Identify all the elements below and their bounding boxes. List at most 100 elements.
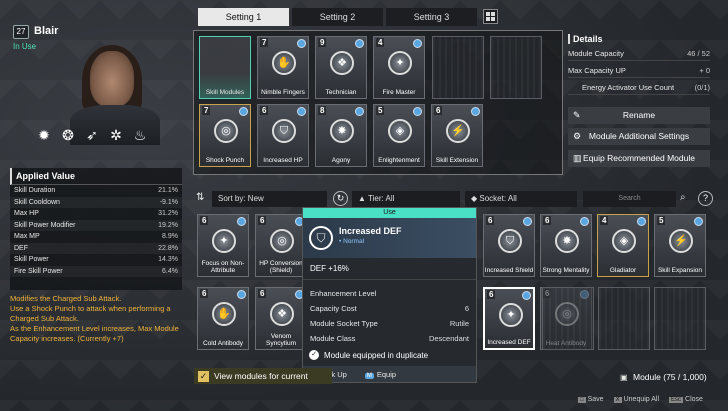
applied-label: Skill Power Modifier xyxy=(14,221,76,229)
view-all-modules-checkbox[interactable]: ✓ View modules for current xyxy=(194,368,332,384)
empty-slot[interactable] xyxy=(432,36,484,99)
applied-value: -9.1% xyxy=(159,198,178,206)
applied-value-row: Max HP 31.2% xyxy=(10,208,182,220)
capacity-badge: 6 xyxy=(200,216,209,225)
module-card[interactable]: 6 ❖ Venom Syncytium xyxy=(255,287,307,350)
equip-label: Equip xyxy=(376,369,397,379)
module-name: HP Conversion (Shield) xyxy=(259,260,303,274)
character-status: In Use xyxy=(13,42,37,51)
empty-slot xyxy=(598,287,650,350)
swirl-icon[interactable]: ❂ xyxy=(60,127,76,144)
tab-setting-3[interactable]: Setting 3 xyxy=(386,8,477,26)
module-name: Increased Shield xyxy=(484,267,534,274)
grid-view-icon[interactable] xyxy=(483,9,498,24)
module-card[interactable]: 6 ⛉ Increased Shield xyxy=(483,214,535,277)
rename-button[interactable]: ✎ Rename xyxy=(568,107,710,124)
module-name: Strong Mentality xyxy=(542,267,590,274)
key-icon: □ xyxy=(578,397,586,403)
description-line: Modifies the Charged Sub Attack. xyxy=(10,294,122,303)
module-card[interactable]: 4 ◈ Gladiator xyxy=(597,214,649,277)
applied-label: DEF xyxy=(14,244,28,252)
shield-icon: ⛉ xyxy=(309,226,333,250)
tier-label: Tier: All xyxy=(368,194,395,203)
socket-icon xyxy=(637,217,646,226)
additional-settings-button[interactable]: ⚙ Module Additional Settings xyxy=(568,128,710,145)
module-icon: ✸ xyxy=(330,119,354,143)
tier-dropdown[interactable]: ▲ Tier: All xyxy=(352,191,460,207)
tab-setting-1[interactable]: Setting 1 xyxy=(198,8,289,26)
tab-setting-2[interactable]: Setting 2 xyxy=(292,8,383,26)
unequip-all-button[interactable]: X Unequip All xyxy=(613,396,659,403)
refresh-icon[interactable]: ↻ xyxy=(333,191,348,206)
character-skill-icons: ✹ ❂ ➶ ✲ ♨ xyxy=(36,127,148,144)
module-card[interactable]: 4 ✦ Fire Master xyxy=(373,36,425,99)
tooltip-module-name: Increased DEF xyxy=(339,226,402,236)
equip-action[interactable]: M Equip xyxy=(364,369,397,379)
applied-value-row: Skill Cooldown -9.1% xyxy=(10,196,182,208)
module-card[interactable]: 9 ❖ Technician xyxy=(315,36,367,99)
capacity-cost-value: 6 xyxy=(464,304,469,313)
module-capacity-label: Module Capacity xyxy=(568,49,624,58)
module-card[interactable]: 8 ✸ Agony xyxy=(315,104,367,167)
help-icon[interactable]: ? xyxy=(698,191,713,206)
module-card[interactable]: 6 ⛉ Increased HP xyxy=(257,104,309,167)
applied-label: Max HP xyxy=(14,210,39,217)
applied-value: 31.2% xyxy=(158,210,178,217)
applied-value: 19.2% xyxy=(158,221,178,229)
module-card[interactable]: 5 ⚡ Skill Expansion xyxy=(654,214,706,277)
capacity-badge: 6 xyxy=(258,216,267,225)
sort-dropdown[interactable]: Sort by: New xyxy=(212,191,327,207)
applied-value-panel: Applied Value Skill Duration 21.1% Skill C… xyxy=(10,168,182,290)
module-capacity-value: 46 / 52 xyxy=(687,49,710,58)
fire-icon[interactable]: ♨ xyxy=(132,127,148,144)
empty-slot[interactable] xyxy=(490,36,542,99)
skill-module-label: Skill Modules xyxy=(205,89,245,96)
socket-dropdown[interactable]: ◆ Socket: All xyxy=(465,191,577,207)
module-card[interactable]: 6 ✸ Strong Mentality xyxy=(540,214,592,277)
module-icon: ⛉ xyxy=(498,229,522,253)
socket-type-label: Module Socket Type xyxy=(310,319,378,328)
module-card[interactable]: 6 ✦ Focus on Non-Attribute xyxy=(197,214,249,277)
module-card[interactable]: 7 ✋ Nimble Fingers xyxy=(257,36,309,99)
duplicate-label: Module equipped in duplicate xyxy=(324,350,429,360)
socket-icon xyxy=(580,217,589,226)
search-input[interactable]: Search xyxy=(583,191,676,207)
equip-recommended-button[interactable]: ▥ Equip Recommended Module xyxy=(568,150,710,167)
details-title: Details xyxy=(568,34,710,44)
footer-actions: □ Save X Unequip All Esc Close xyxy=(578,396,703,403)
module-icon: ✦ xyxy=(212,229,236,253)
capacity-badge: 8 xyxy=(318,106,327,115)
sort-order-icon[interactable]: ⇅ xyxy=(196,192,204,203)
socket-icon: ◆ xyxy=(471,194,478,203)
gear-icon[interactable]: ✲ xyxy=(108,127,124,144)
applied-label: Skill Duration xyxy=(14,187,56,194)
module-box-icon: ▣ xyxy=(620,373,628,382)
capacity-badge: 7 xyxy=(260,38,269,47)
search-icon[interactable]: ⌕ xyxy=(680,192,686,203)
module-card[interactable]: 7 ◎ Shock Punch xyxy=(199,104,251,167)
module-icon: ◎ xyxy=(270,229,294,253)
socket-icon xyxy=(297,39,306,48)
close-button[interactable]: Esc Close xyxy=(669,396,703,403)
feather-icon[interactable]: ➶ xyxy=(84,127,100,144)
module-icon: ✦ xyxy=(499,303,523,327)
skill-module-slot[interactable]: Skill Modules xyxy=(199,36,251,99)
save-button[interactable]: □ Save xyxy=(578,396,604,403)
module-card[interactable]: 5 ◈ Enlightenment xyxy=(373,104,425,167)
max-capacity-label: Max Capacity UP xyxy=(568,66,626,75)
socket-icon xyxy=(413,39,422,48)
save-label: Save xyxy=(587,396,604,403)
module-card[interactable]: 6 ⚡ Skill Extension xyxy=(431,104,483,167)
module-card[interactable]: 6 ◎ HP Conversion (Shield) xyxy=(255,214,307,277)
module-card[interactable]: 6 ✋ Cold Antibody xyxy=(197,287,249,350)
check-icon: ✓ xyxy=(309,350,319,360)
capacity-badge: 9 xyxy=(318,38,327,47)
energy-activator-row: Energy Activator Use Count (0/1) xyxy=(568,83,710,95)
socket-icon xyxy=(237,290,246,299)
module-name: Venom Syncytium xyxy=(266,333,296,347)
applied-value-row: Skill Power Modifier 19.2% xyxy=(10,219,182,231)
view-all-label: View modules for current xyxy=(214,371,308,381)
flame-burst-icon[interactable]: ✹ xyxy=(36,127,52,144)
mouse-icon: M xyxy=(364,372,374,379)
module-card[interactable]: 6 ✦ Increased DEF xyxy=(483,287,535,350)
